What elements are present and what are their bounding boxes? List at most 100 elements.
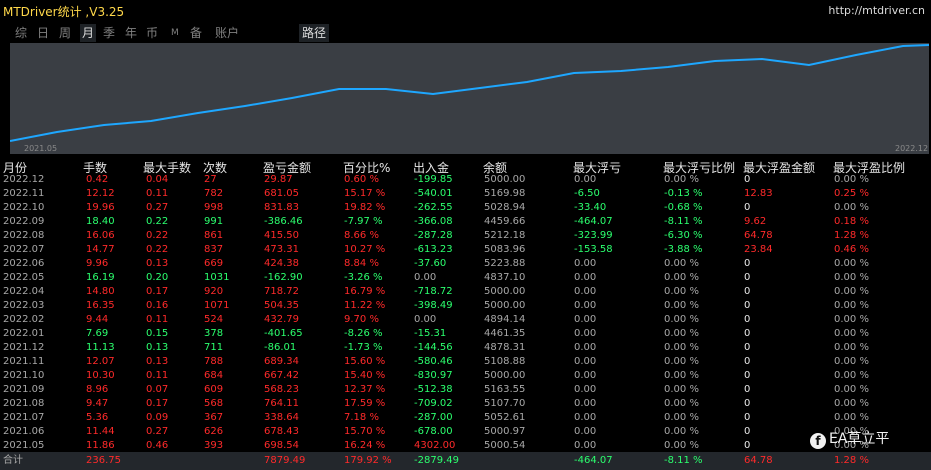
cell-max-fp-pct: 0.00 % xyxy=(834,286,869,297)
cell-max-fp: 0 xyxy=(744,398,751,409)
cell-max-fp: 0 xyxy=(744,272,751,283)
cell-deposit: -512.38 xyxy=(414,384,453,395)
cell-max-dd-pct: -3.88 % xyxy=(664,244,703,255)
tab-quarter[interactable]: 季 xyxy=(103,24,115,42)
tab-currency[interactable]: 币 xyxy=(146,24,158,42)
cell-max-fp-pct: 0.00 % xyxy=(834,412,869,423)
cell-lots: 12.12 xyxy=(86,188,115,199)
cell-profit: 718.72 xyxy=(264,286,299,297)
cell-count: 378 xyxy=(204,328,224,339)
cell-max-dd: -153.58 xyxy=(574,244,613,255)
cell-lots: 14.77 xyxy=(86,244,115,255)
table-row[interactable]: 2022.11 12.12 0.11 782 681.05 15.17 % -540.01 5… xyxy=(0,187,931,201)
total-profit: 7879.49 xyxy=(264,455,306,466)
cell-max-dd-pct: 0.00 % xyxy=(664,286,699,297)
table-row[interactable]: 2022.12 0.42 0.04 27 29.87 0.60 % -199.85 5000.… xyxy=(0,173,931,187)
table-row[interactable]: 2022.10 19.96 0.27 998 831.83 19.82 % -262.55 5… xyxy=(0,201,931,215)
tab-account[interactable]: 账户 xyxy=(215,24,239,42)
table-row[interactable]: 2022.07 14.77 0.22 837 473.31 10.27 % -613.23 5… xyxy=(0,243,931,257)
cell-max-lots: 0.22 xyxy=(146,230,169,241)
table-row[interactable]: 2022.03 16.35 0.16 1071 504.35 11.22 % -398.49… xyxy=(0,299,931,313)
cell-max-dd: 0.00 xyxy=(574,426,597,437)
cell-month: 2022.04 xyxy=(3,286,45,297)
table-row[interactable]: 2022.01 7.69 0.15 378 -401.65 -8.26 % -15.31 44… xyxy=(0,327,931,341)
cell-lots: 14.80 xyxy=(86,286,115,297)
table-row[interactable]: 2021.07 5.36 0.09 367 338.64 7.18 % -287.00 505… xyxy=(0,411,931,425)
cell-month: 2021.11 xyxy=(3,356,45,367)
tab-magic[interactable]: M xyxy=(171,24,179,42)
cell-lots: 18.40 xyxy=(86,216,115,227)
cell-max-lots: 0.11 xyxy=(146,370,169,381)
cell-max-dd-pct: 0.00 % xyxy=(664,370,699,381)
tab-week[interactable]: 周 xyxy=(59,24,71,42)
total-percent: 179.92 % xyxy=(344,455,392,466)
cell-percent: 16.24 % xyxy=(344,440,386,451)
table-row[interactable]: 2021.12 11.13 0.13 711 -86.01 -1.73 % -144.56 4… xyxy=(0,341,931,355)
cell-balance: 5000.00 xyxy=(484,370,526,381)
cell-max-lots: 0.07 xyxy=(146,384,169,395)
cell-count: 991 xyxy=(204,216,224,227)
cell-max-dd-pct: 0.00 % xyxy=(664,174,699,185)
table-row[interactable]: 2021.09 8.96 0.07 609 568.23 12.37 % -512.38 51… xyxy=(0,383,931,397)
cell-lots: 8.96 xyxy=(86,384,109,395)
table-row[interactable]: 2021.10 10.30 0.11 684 667.42 15.40 % -830.97 5… xyxy=(0,369,931,383)
tab-path[interactable]: 路径 xyxy=(299,24,330,42)
cell-deposit: -613.23 xyxy=(414,244,453,255)
cell-lots: 5.36 xyxy=(86,412,109,423)
table-row[interactable]: 2021.06 11.44 0.27 626 678.43 15.70 % -678.00 5… xyxy=(0,425,931,439)
cell-deposit: -37.60 xyxy=(414,258,447,269)
cell-max-lots: 0.16 xyxy=(146,300,169,311)
cell-month: 2022.07 xyxy=(3,244,45,255)
cell-max-dd-pct: 0.00 % xyxy=(664,384,699,395)
tab-year[interactable]: 年 xyxy=(125,24,137,42)
cell-max-dd-pct: 0.00 % xyxy=(664,300,699,311)
cell-lots: 19.96 xyxy=(86,202,115,213)
website-link[interactable]: http://mtdriver.cn xyxy=(828,4,925,17)
cell-lots: 11.13 xyxy=(86,342,115,353)
cell-max-fp: 0 xyxy=(744,258,751,269)
cell-deposit: 0.00 xyxy=(414,314,437,325)
cell-lots: 16.19 xyxy=(86,272,115,283)
cell-balance: 5028.94 xyxy=(484,202,526,213)
cell-count: 1031 xyxy=(204,272,230,283)
cell-max-dd-pct: 0.00 % xyxy=(664,426,699,437)
table-row[interactable]: 2022.06 9.96 0.13 669 424.38 8.84 % -37.60 5223… xyxy=(0,257,931,271)
cell-deposit: -287.28 xyxy=(414,230,453,241)
cell-max-lots: 0.11 xyxy=(146,314,169,325)
table-row[interactable]: 2022.09 18.40 0.22 991 -386.46 -7.97 % -366.08… xyxy=(0,215,931,229)
cell-max-lots: 0.27 xyxy=(146,202,169,213)
table-row[interactable]: 2022.04 14.80 0.17 920 718.72 16.79 % -718.72 5… xyxy=(0,285,931,299)
cell-deposit: -580.46 xyxy=(414,356,453,367)
cell-deposit: -830.97 xyxy=(414,370,453,381)
tab-note[interactable]: 备 xyxy=(190,24,202,42)
cell-balance: 4837.10 xyxy=(484,272,526,283)
tab-month[interactable]: 月 xyxy=(80,24,97,42)
facebook-icon: f xyxy=(810,433,826,449)
cell-profit: 678.43 xyxy=(264,426,299,437)
cell-max-lots: 0.15 xyxy=(146,328,169,339)
total-max-dd: -464.07 xyxy=(574,455,613,466)
cell-max-dd: 0.00 xyxy=(574,370,597,381)
cell-deposit: -398.49 xyxy=(414,300,453,311)
cell-max-dd: -323.99 xyxy=(574,230,613,241)
table-row[interactable]: 2021.11 12.07 0.13 788 689.34 15.60 % -580.46 5… xyxy=(0,355,931,369)
cell-lots: 0.42 xyxy=(86,174,109,185)
cell-max-lots: 0.17 xyxy=(146,286,169,297)
table-row[interactable]: 2022.02 9.44 0.11 524 432.79 9.70 % 0.00 4894.1… xyxy=(0,313,931,327)
cell-percent: 15.40 % xyxy=(344,370,386,381)
tab-day[interactable]: 日 xyxy=(37,24,49,42)
tab-overview[interactable]: 综 xyxy=(15,24,27,42)
table-row[interactable]: 2021.05 11.86 0.46 393 698.54 16.24 % 4302.00 5… xyxy=(0,439,931,453)
cell-max-fp-pct: 0.00 % xyxy=(834,202,869,213)
table-row[interactable]: 2022.08 16.06 0.22 861 415.50 8.66 % -287.28 52… xyxy=(0,229,931,243)
cell-balance: 4878.31 xyxy=(484,342,526,353)
table-row[interactable]: 2021.08 9.47 0.17 568 764.11 17.59 % -709.02 51… xyxy=(0,397,931,411)
cell-profit: -86.01 xyxy=(264,342,297,353)
cell-lots: 9.44 xyxy=(86,314,109,325)
cell-deposit: -366.08 xyxy=(414,216,453,227)
table-row[interactable]: 2022.05 16.19 0.20 1031 -162.90 -3.26 % 0.00 48… xyxy=(0,271,931,285)
cell-balance: 5000.54 xyxy=(484,440,526,451)
cell-max-dd: 0.00 xyxy=(574,300,597,311)
cell-percent: -3.26 % xyxy=(344,272,383,283)
cell-max-lots: 0.04 xyxy=(146,174,169,185)
